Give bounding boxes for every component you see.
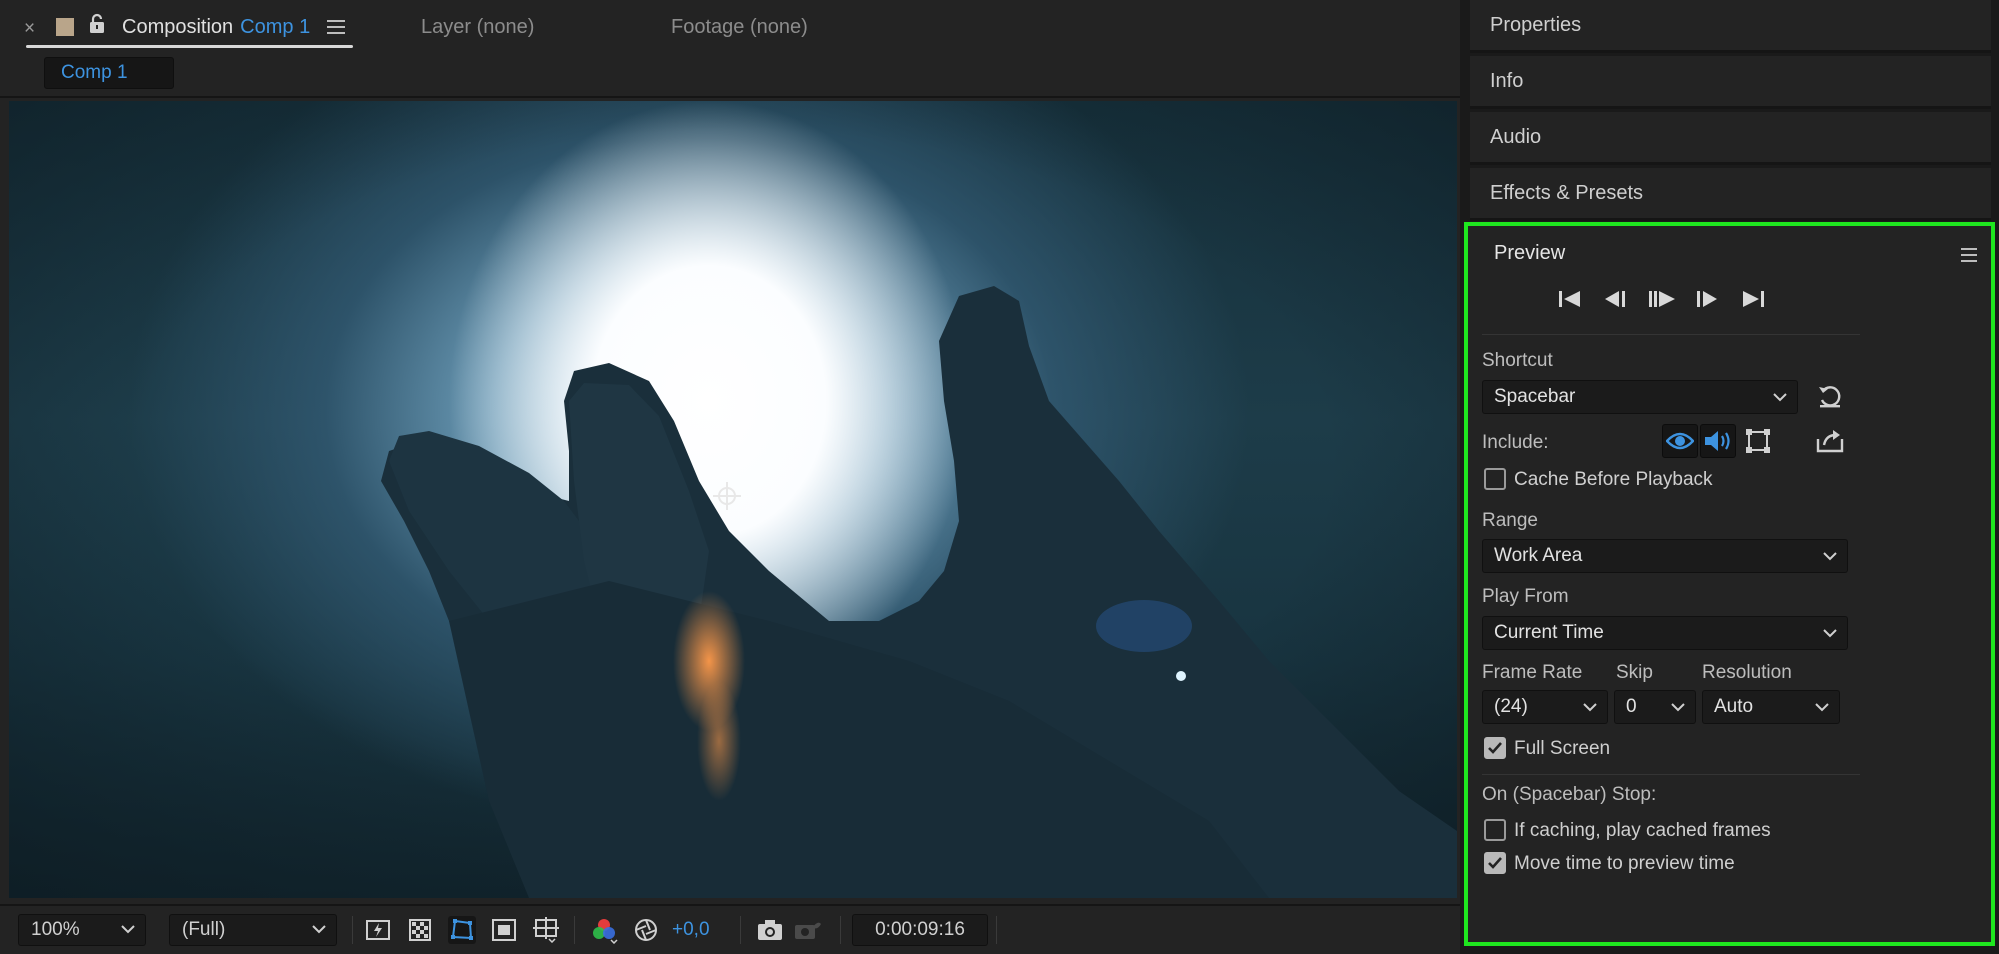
range-value: Work Area: [1494, 545, 1583, 566]
eye-icon: [1666, 432, 1694, 450]
unlock-icon[interactable]: [88, 13, 108, 35]
chevron-down-icon: [1583, 703, 1597, 712]
comp-color-swatch-icon: [56, 18, 74, 36]
chevron-down-icon: [1773, 393, 1787, 402]
close-tab-icon[interactable]: ×: [24, 18, 46, 40]
tab-composition[interactable]: × Composition Comp 1: [24, 12, 346, 42]
play-from-dropdown[interactable]: Current Time: [1482, 616, 1848, 650]
range-dropdown[interactable]: Work Area: [1482, 539, 1848, 573]
panel-menu-icon[interactable]: [1961, 248, 1977, 262]
effects-presets-panel-header[interactable]: Effects & Presets: [1470, 168, 1991, 221]
panel-tab-bar: × Composition Comp 1 Layer (none) Footag…: [0, 0, 1460, 52]
reset-shortcut-icon[interactable]: [1816, 383, 1844, 411]
fast-previews-icon[interactable]: [364, 916, 392, 944]
tab-comp-name: Comp 1: [240, 15, 311, 38]
info-panel-header[interactable]: Info: [1470, 56, 1991, 109]
chevron-down-icon: [121, 925, 135, 934]
previous-frame-icon[interactable]: [1601, 288, 1629, 310]
active-tab-underline: [26, 45, 353, 48]
export-output-icon[interactable]: [1816, 427, 1844, 455]
chevron-down-icon: [1823, 552, 1837, 561]
speaker-icon: [1705, 431, 1730, 451]
shortcut-label: Shortcut: [1482, 350, 1553, 371]
full-screen-checkbox[interactable]: [1484, 737, 1506, 759]
preview-panel: Preview Shortcut Spacebar Include: Cache…: [1464, 222, 1995, 946]
shortcut-dropdown[interactable]: Spacebar: [1482, 380, 1798, 414]
chevron-down-icon: [1823, 629, 1837, 638]
skip-value: 0: [1626, 696, 1637, 717]
audio-panel-header[interactable]: Audio: [1470, 112, 1991, 165]
move-time-label: Move time to preview time: [1514, 853, 1735, 874]
play-from-value: Current Time: [1494, 622, 1604, 643]
properties-panel-header[interactable]: Properties: [1470, 0, 1991, 53]
guides-grid-icon[interactable]: [532, 916, 560, 944]
viewer-footage-image: [9, 101, 1457, 898]
frame-rate-dropdown[interactable]: (24): [1482, 690, 1608, 724]
tab-layer[interactable]: Layer (none): [421, 12, 534, 42]
toolbar-divider: [996, 916, 997, 944]
move-time-checkbox[interactable]: [1484, 852, 1506, 874]
magnification-value: 100%: [31, 919, 80, 940]
resolution-label: Resolution: [1702, 662, 1792, 683]
comp-breadcrumb[interactable]: Comp 1: [44, 57, 174, 89]
frame-rate-value: (24): [1494, 696, 1528, 717]
full-screen-label: Full Screen: [1514, 738, 1611, 759]
shortcut-value: Spacebar: [1494, 386, 1576, 407]
snapshot-camera-icon[interactable]: [756, 916, 784, 944]
play-cached-frames-label: If caching, play cached frames: [1514, 820, 1771, 841]
toolbar-divider: [740, 916, 741, 944]
frame-rate-label: Frame Rate: [1482, 662, 1583, 683]
show-snapshot-icon[interactable]: [794, 916, 822, 944]
include-audio-toggle[interactable]: [1700, 424, 1736, 458]
color-channels-icon[interactable]: [590, 916, 618, 944]
skip-dropdown[interactable]: 0: [1614, 690, 1696, 724]
include-overlays-toggle[interactable]: [1740, 424, 1776, 458]
comp-navigator-bar: [0, 52, 1460, 98]
resolution-dropdown[interactable]: (Full): [169, 914, 337, 946]
preview-resolution-dropdown[interactable]: Auto: [1702, 690, 1840, 724]
tab-kind-label: Composition: [122, 15, 234, 38]
play-icon[interactable]: [1647, 288, 1675, 310]
region-of-interest-icon[interactable]: [490, 916, 518, 944]
include-label: Include:: [1482, 432, 1549, 453]
tab-footage[interactable]: Footage (none): [671, 12, 808, 42]
composition-viewer[interactable]: [9, 101, 1457, 898]
last-frame-icon[interactable]: [1739, 288, 1767, 310]
overlays-layer-controls-icon: [1746, 429, 1770, 453]
next-frame-icon[interactable]: [1693, 288, 1721, 310]
transparency-grid-icon[interactable]: [406, 916, 434, 944]
section-divider: [1482, 334, 1860, 335]
preview-resolution-value: Auto: [1714, 696, 1754, 717]
preview-panel-title[interactable]: Preview: [1494, 242, 1565, 265]
reset-exposure-icon[interactable]: [632, 916, 660, 944]
toolbar-divider: [574, 916, 575, 944]
resolution-value: (Full): [182, 919, 226, 940]
current-time-display[interactable]: 0:00:09:16: [852, 914, 988, 946]
toolbar-divider: [352, 916, 353, 944]
range-label: Range: [1482, 510, 1538, 531]
viewer-toolbar: 100% (Full) +0,0 0:00:09:16: [0, 904, 1460, 952]
checkmark-icon: [1488, 742, 1502, 754]
magnification-dropdown[interactable]: 100%: [18, 914, 146, 946]
play-cached-frames-checkbox[interactable]: [1484, 819, 1506, 841]
panel-menu-icon[interactable]: [327, 20, 346, 34]
chevron-down-icon: [312, 925, 326, 934]
checkmark-icon: [1488, 857, 1502, 869]
composition-panel: × Composition Comp 1 Layer (none) Footag…: [0, 0, 1460, 954]
play-from-label: Play From: [1482, 586, 1569, 607]
cache-before-playback-checkbox[interactable]: [1484, 468, 1506, 490]
chevron-down-icon: [1815, 703, 1829, 712]
exposure-value[interactable]: +0,0: [672, 919, 710, 941]
include-video-toggle[interactable]: [1662, 424, 1698, 458]
first-frame-icon[interactable]: [1556, 288, 1584, 310]
toolbar-divider: [840, 916, 841, 944]
skip-label: Skip: [1616, 662, 1653, 683]
section-divider: [1482, 774, 1860, 775]
chevron-down-icon: [1671, 703, 1685, 712]
mask-path-icon[interactable]: [448, 916, 476, 944]
cache-before-playback-label: Cache Before Playback: [1514, 469, 1713, 490]
on-stop-label: On (Spacebar) Stop:: [1482, 784, 1657, 805]
